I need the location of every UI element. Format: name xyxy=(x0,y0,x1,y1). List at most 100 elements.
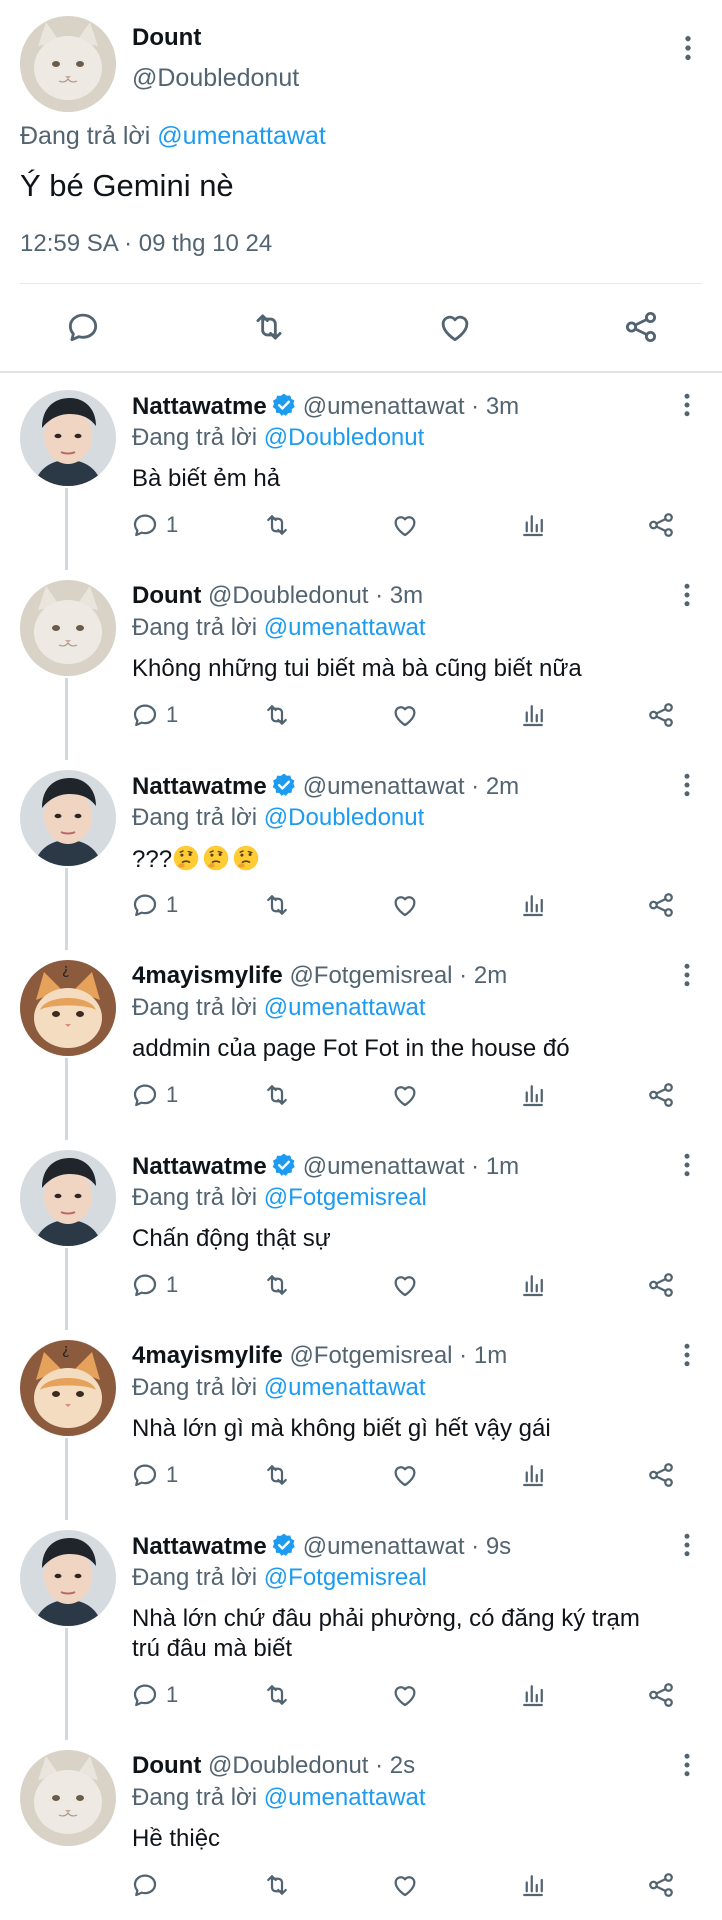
reply-tweet[interactable]: Nattawatme @umenattawat · 9s Đang trả lời… xyxy=(0,1520,722,1740)
like-icon[interactable] xyxy=(390,700,420,730)
reply-tweet[interactable]: 4mayismylife @Fotgemisreal · 1m Đang trả… xyxy=(0,1330,722,1520)
share-icon[interactable] xyxy=(646,1080,676,1110)
like-icon[interactable] xyxy=(390,1680,420,1710)
reply-tweet[interactable]: Dount @Doubledonut · 3m Đang trả lời @um… xyxy=(0,570,722,760)
like-icon[interactable] xyxy=(390,1460,420,1490)
author-meta[interactable]: @Fotgemisreal · 2m xyxy=(289,962,507,989)
share-icon[interactable] xyxy=(646,1460,676,1490)
tweet-text: Ý bé Gemini nè xyxy=(20,168,234,203)
retweet-icon[interactable] xyxy=(262,1680,292,1710)
reply-tweet[interactable]: Nattawatme @umenattawat · 1m Đang trả lời… xyxy=(0,1140,722,1330)
reply-button[interactable]: 1 xyxy=(130,1460,178,1490)
more-icon[interactable] xyxy=(672,580,702,615)
avatar[interactable] xyxy=(20,1750,116,1846)
author-name[interactable]: Dount xyxy=(132,1752,201,1779)
more-icon[interactable] xyxy=(672,1530,702,1565)
avatar[interactable] xyxy=(20,16,116,112)
reply-button[interactable]: 1 xyxy=(130,1080,178,1110)
like-icon[interactable] xyxy=(390,1870,420,1900)
author-name[interactable]: Nattawatme xyxy=(132,393,267,420)
reply-button[interactable]: 1 xyxy=(130,1680,178,1710)
like-icon[interactable] xyxy=(390,510,420,540)
reply-tweet[interactable]: Dount @Doubledonut · 2s Đang trả lời @um… xyxy=(0,1740,722,1920)
replying-to-handle[interactable]: @umenattawat xyxy=(157,122,326,150)
analytics-icon[interactable] xyxy=(518,1680,548,1710)
share-icon[interactable] xyxy=(622,308,660,351)
tweet-timestamp[interactable]: 12:59 SA · 09 thg 10 24 xyxy=(20,230,272,258)
author-name[interactable]: 4mayismylife xyxy=(132,962,283,989)
author-meta[interactable]: @umenattawat · 1m xyxy=(303,1153,519,1180)
more-icon[interactable] xyxy=(672,1150,702,1185)
author-meta[interactable]: @umenattawat · 3m xyxy=(303,393,519,420)
replying-to-handle[interactable]: @Fotgemisreal xyxy=(264,1184,427,1211)
avatar[interactable] xyxy=(20,1150,116,1246)
replying-to-handle[interactable]: @umenattawat xyxy=(264,1784,426,1811)
replying-to-handle[interactable]: @Doubledonut xyxy=(264,804,424,831)
replying-to-handle[interactable]: @umenattawat xyxy=(264,994,426,1021)
avatar[interactable] xyxy=(20,960,116,1056)
analytics-icon[interactable] xyxy=(518,510,548,540)
author-meta[interactable]: @Fotgemisreal · 1m xyxy=(289,1342,507,1369)
retweet-icon[interactable] xyxy=(262,1460,292,1490)
author-name[interactable]: Nattawatme xyxy=(132,1153,267,1180)
more-icon[interactable] xyxy=(672,32,704,69)
reply-button[interactable]: 1 xyxy=(130,700,178,730)
share-icon[interactable] xyxy=(646,1270,676,1300)
author-name[interactable]: Nattawatme xyxy=(132,1533,267,1560)
share-icon[interactable] xyxy=(646,1680,676,1710)
analytics-icon[interactable] xyxy=(518,1080,548,1110)
avatar[interactable] xyxy=(20,580,116,676)
retweet-icon[interactable] xyxy=(262,510,292,540)
analytics-icon[interactable] xyxy=(518,890,548,920)
avatar[interactable] xyxy=(20,390,116,486)
replying-to-handle[interactable]: @umenattawat xyxy=(264,614,426,641)
analytics-icon[interactable] xyxy=(518,1870,548,1900)
retweet-icon[interactable] xyxy=(262,1080,292,1110)
reply-button[interactable]: 1 xyxy=(130,510,178,540)
reply-tweet[interactable]: Nattawatme @umenattawat · 2m Đang trả lời… xyxy=(0,760,722,950)
retweet-icon[interactable] xyxy=(262,700,292,730)
reply-button[interactable]: 1 xyxy=(130,890,178,920)
more-icon[interactable] xyxy=(672,1750,702,1785)
more-icon[interactable] xyxy=(672,1340,702,1375)
reply-icon[interactable] xyxy=(130,1870,160,1900)
reply-header: Nattawatme @umenattawat · 3m xyxy=(132,392,519,421)
analytics-icon[interactable] xyxy=(518,1460,548,1490)
like-icon[interactable] xyxy=(390,890,420,920)
analytics-icon[interactable] xyxy=(518,700,548,730)
retweet-icon[interactable] xyxy=(262,1270,292,1300)
author-meta[interactable]: @Doubledonut · 3m xyxy=(208,582,423,609)
author-name[interactable]: Dount xyxy=(132,582,201,609)
like-icon[interactable] xyxy=(436,308,474,351)
share-icon[interactable] xyxy=(646,510,676,540)
reply-icon[interactable] xyxy=(64,308,102,351)
reply-button[interactable]: 1 xyxy=(130,1270,178,1300)
reply-tweet[interactable]: 4mayismylife @Fotgemisreal · 2m Đang trả… xyxy=(0,950,722,1140)
more-icon[interactable] xyxy=(672,390,702,425)
replying-to-handle[interactable]: @Fotgemisreal xyxy=(264,1564,427,1591)
author-name[interactable]: Nattawatme xyxy=(132,773,267,800)
retweet-icon[interactable] xyxy=(250,308,288,351)
replying-to-handle[interactable]: @Doubledonut xyxy=(264,424,424,451)
author-meta[interactable]: @umenattawat · 9s xyxy=(303,1533,511,1560)
author-name[interactable]: Dount xyxy=(132,24,201,52)
avatar[interactable] xyxy=(20,1530,116,1626)
retweet-icon[interactable] xyxy=(262,1870,292,1900)
more-icon[interactable] xyxy=(672,770,702,805)
reply-tweet[interactable]: Nattawatme @umenattawat · 3m Đang trả lời… xyxy=(0,380,722,570)
author-name[interactable]: 4mayismylife xyxy=(132,1342,283,1369)
author-handle[interactable]: @Doubledonut xyxy=(132,64,299,93)
retweet-icon[interactable] xyxy=(262,890,292,920)
avatar[interactable] xyxy=(20,770,116,866)
like-icon[interactable] xyxy=(390,1270,420,1300)
analytics-icon[interactable] xyxy=(518,1270,548,1300)
author-meta[interactable]: @umenattawat · 2m xyxy=(303,773,519,800)
share-icon[interactable] xyxy=(646,700,676,730)
share-icon[interactable] xyxy=(646,890,676,920)
share-icon[interactable] xyxy=(646,1870,676,1900)
more-icon[interactable] xyxy=(672,960,702,995)
replying-to-handle[interactable]: @umenattawat xyxy=(264,1374,426,1401)
like-icon[interactable] xyxy=(390,1080,420,1110)
author-meta[interactable]: @Doubledonut · 2s xyxy=(208,1752,415,1779)
avatar[interactable] xyxy=(20,1340,116,1436)
